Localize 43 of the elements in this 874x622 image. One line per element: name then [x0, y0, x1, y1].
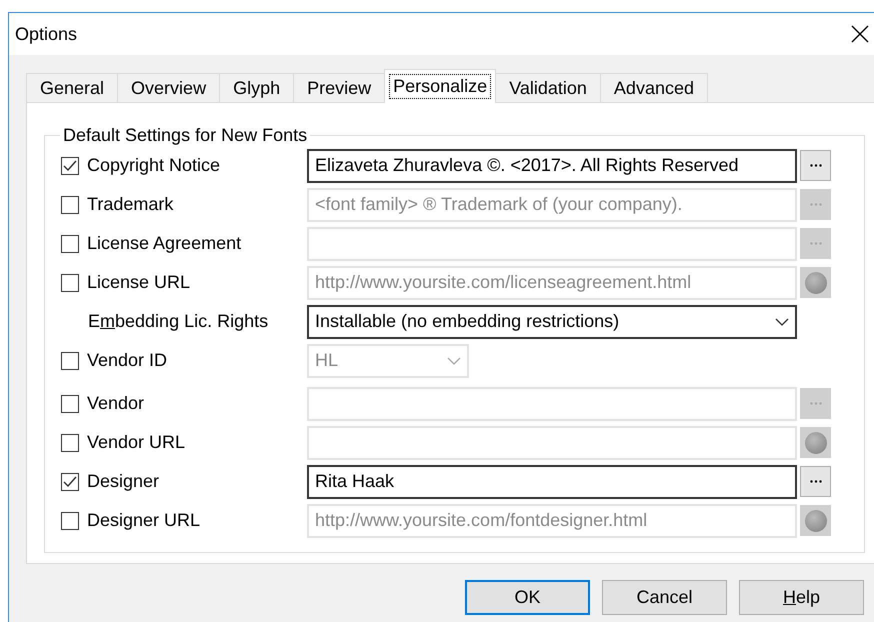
- globe-icon: [804, 430, 828, 454]
- field-label: License Agreement: [87, 233, 242, 254]
- field-label: Designer: [87, 471, 160, 492]
- field-label: Vendor ID: [87, 350, 168, 371]
- tab[interactable]: Advanced: [600, 73, 708, 103]
- dialog-button[interactable]: OK: [465, 580, 590, 615]
- ellipsis-icon: [810, 203, 822, 206]
- checkbox[interactable]: [61, 512, 79, 530]
- checkbox[interactable]: [61, 472, 79, 490]
- text-field[interactable]: Rita Haak: [307, 464, 797, 498]
- checkbox[interactable]: [61, 434, 79, 452]
- field-label: Designer URL: [87, 510, 200, 531]
- ellipsis-icon: [810, 164, 822, 167]
- chevron-icon: [775, 318, 789, 326]
- group-title: Default Settings for New Fonts: [62, 125, 308, 146]
- ellipsis-icon: [810, 480, 822, 483]
- ellipsis-icon: [810, 402, 822, 405]
- tab[interactable]: General: [26, 73, 118, 103]
- checkbox[interactable]: [61, 274, 79, 292]
- checkbox[interactable]: [61, 394, 79, 412]
- chevron-icon: [447, 356, 461, 364]
- checkbox[interactable]: [61, 234, 79, 252]
- close-icon: [851, 25, 869, 43]
- browse-button[interactable]: [800, 466, 831, 497]
- field-label: License URL: [87, 272, 190, 293]
- field-label: Copyright Notice: [87, 155, 220, 176]
- tab[interactable]: Personalize: [384, 69, 496, 103]
- dialog-button[interactable]: Help: [739, 580, 864, 615]
- window-title: Options: [15, 24, 78, 44]
- dialog-button[interactable]: Cancel: [602, 580, 727, 615]
- checkbox[interactable]: [61, 352, 79, 370]
- browse-button[interactable]: [800, 150, 831, 181]
- globe-icon: [804, 508, 828, 532]
- ellipsis-icon: [810, 242, 822, 245]
- dropdown[interactable]: Installable (no embedding restrictions): [307, 304, 797, 338]
- globe-icon: [804, 270, 828, 294]
- field-label: Vendor URL: [87, 432, 186, 453]
- checkbox[interactable]: [61, 196, 79, 214]
- field-label: Embedding Lic. Rights: [88, 311, 268, 332]
- checkbox[interactable]: [61, 156, 79, 174]
- field-label: Vendor: [87, 393, 144, 414]
- field-label: Trademark: [87, 194, 174, 215]
- text-field[interactable]: Elizaveta Zhuravleva ©. <2017>. All Rights Reserved: [307, 148, 797, 182]
